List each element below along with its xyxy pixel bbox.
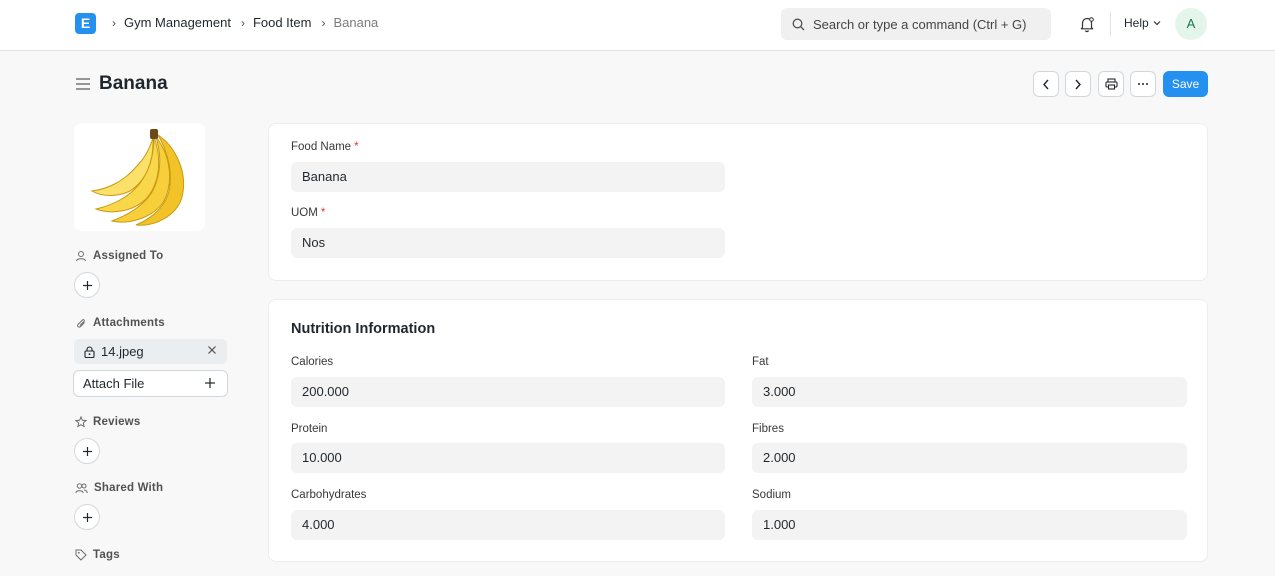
- reviews-text: Reviews: [93, 416, 141, 428]
- search-placeholder: Search or type a command (Ctrl + G): [813, 16, 1027, 32]
- attachment-name[interactable]: 14.jpeg: [101, 344, 144, 359]
- fat-field[interactable]: 3.000: [752, 377, 1187, 407]
- sidebar-toggle-icon[interactable]: [75, 77, 91, 91]
- uom-label-text: UOM: [291, 207, 318, 219]
- breadcrumb: › Gym Management › Food Item › Banana: [108, 15, 384, 30]
- banana-image: [89, 129, 184, 226]
- plus-icon: [205, 378, 215, 388]
- star-icon: [75, 416, 87, 428]
- divider: [1110, 12, 1111, 36]
- reviews-label: Reviews: [75, 416, 140, 428]
- sodium-field[interactable]: 1.000: [752, 510, 1187, 540]
- app-logo[interactable]: E: [75, 13, 96, 34]
- add-review-button[interactable]: [74, 438, 100, 464]
- assigned-to-label: Assigned To: [75, 250, 163, 262]
- help-label: Help: [1124, 16, 1149, 30]
- user-icon: [76, 251, 86, 262]
- printer-icon: [1104, 78, 1118, 90]
- lock-icon: [84, 345, 95, 358]
- navbar: E › Gym Management › Food Item › Banana …: [0, 0, 1275, 51]
- chevron-right-icon: ›: [240, 15, 245, 30]
- nutrition-card: Nutrition Information Calories 200.000 P…: [268, 299, 1208, 562]
- previous-record-button[interactable]: [1033, 71, 1059, 97]
- food-name-label: Food Name *: [291, 141, 359, 153]
- help-dropdown[interactable]: Help: [1124, 16, 1161, 30]
- tags-text: Tags: [93, 549, 120, 561]
- section-title: Nutrition Information: [291, 321, 436, 337]
- remove-attachment-icon[interactable]: [207, 345, 217, 355]
- notification-bell-icon[interactable]: [1078, 15, 1096, 33]
- breadcrumb-gym-management[interactable]: Gym Management: [124, 15, 231, 30]
- save-button[interactable]: Save: [1163, 71, 1208, 97]
- ellipsis-icon: [1138, 83, 1148, 85]
- shared-with-label: Shared With: [75, 482, 163, 494]
- attach-file-label: Attach File: [83, 376, 145, 391]
- search-input[interactable]: Search or type a command (Ctrl + G): [781, 8, 1051, 40]
- carbohydrates-label: Carbohydrates: [291, 489, 367, 501]
- protein-field[interactable]: 10.000: [291, 443, 725, 473]
- paperclip-icon: [77, 319, 85, 328]
- plus-icon: [82, 512, 92, 522]
- breadcrumb-current: Banana: [333, 15, 379, 30]
- carbohydrates-field[interactable]: 4.000: [291, 510, 725, 540]
- more-actions-button[interactable]: [1130, 71, 1156, 97]
- attach-file-button[interactable]: Attach File: [73, 370, 228, 397]
- plus-icon: [82, 446, 92, 456]
- chevron-left-icon: [1043, 79, 1049, 89]
- page-title: Banana: [99, 73, 168, 94]
- required-indicator: *: [354, 141, 359, 153]
- avatar[interactable]: A: [1175, 8, 1207, 40]
- search-icon: [792, 18, 805, 30]
- food-name-field[interactable]: Banana: [291, 162, 725, 192]
- protein-label: Protein: [291, 423, 328, 435]
- fibres-field[interactable]: 2.000: [752, 443, 1187, 473]
- add-assignee-button[interactable]: [74, 272, 100, 298]
- attachment-item[interactable]: 14.jpeg: [74, 339, 227, 364]
- attachments-text: Attachments: [93, 317, 165, 329]
- assigned-to-text: Assigned To: [93, 250, 164, 262]
- food-name-label-text: Food Name: [291, 141, 352, 153]
- uom-field[interactable]: Nos: [291, 228, 725, 258]
- fibres-label: Fibres: [752, 423, 784, 435]
- details-card: Food Name * Banana UOM * Nos: [268, 123, 1208, 281]
- tag-icon: [75, 549, 87, 561]
- users-icon: [75, 483, 88, 494]
- chevron-right-icon: [1075, 79, 1081, 89]
- calories-field[interactable]: 200.000: [291, 377, 725, 407]
- chevron-right-icon: ›: [112, 15, 116, 30]
- calories-label: Calories: [291, 356, 334, 368]
- next-record-button[interactable]: [1065, 71, 1091, 97]
- shared-with-text: Shared With: [94, 482, 164, 494]
- fat-label: Fat: [752, 356, 769, 368]
- uom-label: UOM *: [291, 207, 325, 219]
- print-button[interactable]: [1098, 71, 1124, 97]
- chevron-right-icon: ›: [321, 15, 326, 30]
- chevron-down-icon: [1153, 21, 1161, 26]
- sodium-label: Sodium: [752, 489, 791, 501]
- plus-icon: [82, 280, 92, 290]
- breadcrumb-food-item[interactable]: Food Item: [253, 15, 312, 30]
- required-indicator: *: [320, 207, 326, 219]
- tags-label: Tags: [75, 549, 120, 561]
- add-share-button[interactable]: [74, 504, 100, 530]
- item-image[interactable]: [74, 123, 205, 231]
- attachments-label: Attachments: [75, 317, 165, 329]
